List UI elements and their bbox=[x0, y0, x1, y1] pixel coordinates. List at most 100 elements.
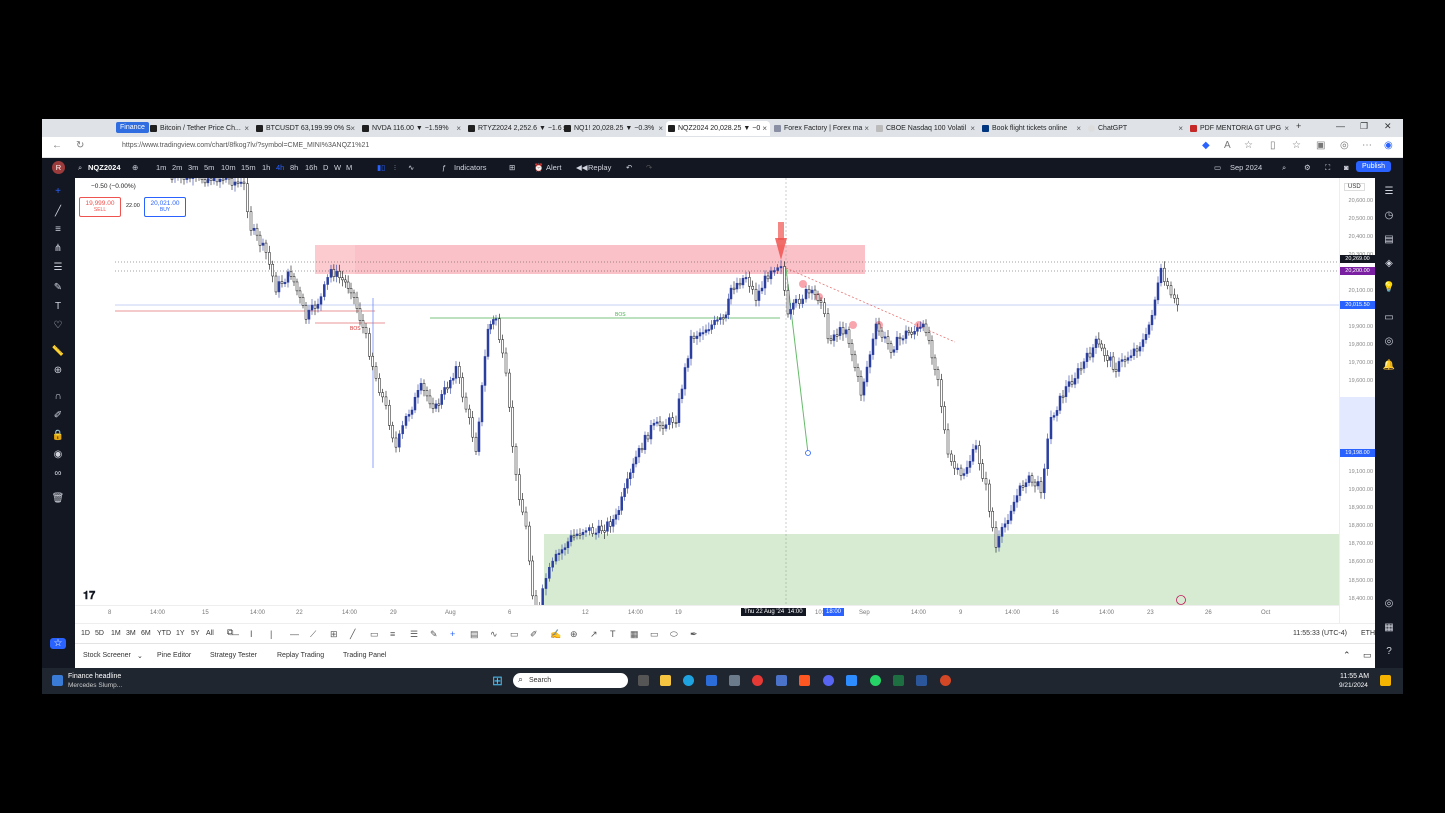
calendar-panel-icon[interactable]: ▦ bbox=[1382, 622, 1396, 633]
chrome-icon[interactable] bbox=[752, 675, 763, 686]
interval-d[interactable]: D bbox=[323, 163, 328, 172]
grid-tool-icon[interactable]: ⊞ bbox=[330, 629, 338, 640]
taskbar-search[interactable]: Search bbox=[513, 673, 628, 688]
buy-button[interactable]: 20,021.00 BUY bbox=[144, 197, 186, 217]
projection-line[interactable] bbox=[785, 267, 809, 454]
interval-15m[interactable]: 15m bbox=[241, 163, 256, 172]
tab-trading-panel[interactable]: Trading Panel bbox=[343, 652, 386, 659]
data-window-icon[interactable]: ▤ bbox=[1382, 234, 1396, 245]
sell-button[interactable]: 19,999.00 SELL bbox=[79, 197, 121, 217]
store-icon[interactable] bbox=[706, 675, 717, 686]
compare-icon[interactable]: ⊕ bbox=[132, 163, 138, 172]
indicators-button[interactable]: Indicators bbox=[454, 163, 487, 172]
zoom-app-icon[interactable] bbox=[846, 675, 857, 686]
touch-marker[interactable] bbox=[849, 321, 857, 329]
replay-icon[interactable]: ◀◀ bbox=[576, 163, 588, 172]
chart-canvas[interactable]: BOS BOS 𝟏𝟕 bbox=[75, 178, 1339, 623]
windows-start-icon[interactable]: ⊞ bbox=[492, 673, 503, 689]
collections-icon[interactable]: ▣ bbox=[1316, 140, 1325, 151]
redo-icon[interactable]: ↷ bbox=[646, 163, 652, 172]
maximize-panel-icon[interactable]: ▭ bbox=[1363, 650, 1372, 661]
tab-strategy-tester[interactable]: Strategy Tester bbox=[210, 652, 257, 659]
task-view-icon[interactable] bbox=[638, 675, 649, 686]
rectangle-tool-icon[interactable]: ▭ bbox=[370, 629, 379, 640]
vertical-line-icon[interactable]: | bbox=[270, 629, 272, 639]
range-1m[interactable]: 1M bbox=[111, 630, 121, 637]
range-ytd[interactable]: YTD bbox=[157, 630, 171, 637]
target-tool-icon[interactable]: ⊕ bbox=[570, 629, 578, 640]
range-5y[interactable]: 5Y bbox=[191, 630, 200, 637]
range-all[interactable]: All bbox=[206, 630, 214, 637]
heart-icon[interactable]: ♡ bbox=[51, 320, 65, 331]
browser-tab[interactable]: RTYZ2024 2,252.6 ▼ −1.6× bbox=[466, 121, 570, 136]
range-5d[interactable]: 5D bbox=[95, 630, 104, 637]
chevron-down-icon[interactable]: ⌄ bbox=[137, 652, 143, 660]
settings-icon[interactable]: ⚙ bbox=[1304, 163, 1311, 172]
watchlist-icon[interactable]: ☰ bbox=[1382, 186, 1396, 197]
pitchfork-icon[interactable]: ⋔ bbox=[51, 243, 65, 254]
price-chart[interactable]: BOS BOS 𝟏𝟕 −0.50 (−0.00%) 19,999.00 SELL… bbox=[75, 178, 1339, 623]
zoom-in-icon[interactable]: ⊕ bbox=[51, 365, 65, 376]
tab-replay-trading[interactable]: Replay Trading bbox=[277, 652, 324, 659]
whatsapp-icon[interactable] bbox=[870, 675, 881, 686]
text-tool-icon[interactable]: T bbox=[610, 629, 616, 639]
favorite-icon[interactable]: ☆ bbox=[1244, 140, 1253, 151]
close-window-button[interactable]: ✕ bbox=[1384, 121, 1392, 132]
period-select[interactable]: Sep 2024 bbox=[1230, 163, 1262, 172]
browser-tab-active[interactable]: NQZ2024 20,028.25 ▼ −0 × bbox=[666, 121, 770, 136]
text-icon[interactable]: T bbox=[51, 301, 65, 312]
streams-icon[interactable]: ◎ bbox=[1382, 336, 1396, 347]
copilot-icon[interactable]: ◉ bbox=[1384, 140, 1393, 151]
layouts-icon[interactable]: ⊞ bbox=[509, 163, 515, 172]
more-icon[interactable]: ⋯ bbox=[1362, 140, 1372, 151]
collapse-icon[interactable]: ⌃ bbox=[1343, 650, 1351, 661]
layers-icon[interactable]: ◈ bbox=[1382, 258, 1396, 269]
interval-8h[interactable]: 8h bbox=[290, 163, 298, 172]
session-label[interactable]: ETH bbox=[1361, 630, 1375, 637]
interval-3m[interactable]: 3m bbox=[188, 163, 198, 172]
close-icon[interactable]: × bbox=[244, 121, 249, 136]
line-style-icon[interactable]: ∿ bbox=[408, 163, 414, 172]
favorites-icon[interactable]: ☆ bbox=[1292, 140, 1301, 151]
excel-icon[interactable] bbox=[893, 675, 904, 686]
settings-icon[interactable] bbox=[729, 675, 740, 686]
line-tool-icon[interactable]: — bbox=[230, 629, 239, 639]
edge-icon[interactable] bbox=[683, 675, 694, 686]
close-icon[interactable]: × bbox=[350, 121, 355, 136]
interval-10m[interactable]: 10m bbox=[221, 163, 236, 172]
url-field[interactable]: https://www.tradingview.com/chart/8fkog7… bbox=[122, 142, 369, 149]
calculator-icon[interactable] bbox=[776, 675, 787, 686]
alerts-clock-icon[interactable]: ◷ bbox=[1382, 210, 1396, 221]
zoom-icon[interactable]: ⌕ bbox=[1282, 163, 1286, 173]
chat-icon[interactable]: ▭ bbox=[1382, 312, 1396, 323]
ideas-icon[interactable]: 💡 bbox=[1382, 282, 1396, 293]
trendline-icon[interactable]: ╱ bbox=[51, 206, 65, 217]
alert-button[interactable]: Alert bbox=[546, 163, 561, 172]
close-icon[interactable]: × bbox=[970, 121, 975, 136]
bar-style-icon[interactable]: ⫶ bbox=[394, 163, 396, 173]
close-icon[interactable]: × bbox=[762, 121, 767, 136]
browser-tab[interactable]: Bitcoin / Tether Price Ch... × bbox=[148, 121, 252, 136]
position-tool-icon[interactable]: ▤ bbox=[470, 629, 479, 640]
browser-tab[interactable]: BTCUSDT 63,199.99 0% S × bbox=[254, 121, 358, 136]
new-tab-button[interactable]: + bbox=[1296, 121, 1301, 131]
brush-icon[interactable]: ✎ bbox=[51, 282, 65, 293]
currency-select[interactable]: USD bbox=[1344, 183, 1365, 191]
file-explorer-icon[interactable] bbox=[660, 675, 671, 686]
close-icon[interactable]: × bbox=[1284, 121, 1289, 136]
close-icon[interactable]: × bbox=[456, 121, 461, 136]
interval-2m[interactable]: 2m bbox=[172, 163, 182, 172]
price-axis[interactable]: USD 20,600.0020,500.0020,400.0020,300.00… bbox=[1339, 178, 1376, 623]
close-icon[interactable]: × bbox=[658, 121, 663, 136]
trend-tool-icon[interactable]: ╱ bbox=[350, 629, 355, 640]
trash-icon[interactable]: 🗑 bbox=[51, 493, 65, 504]
interval-1h[interactable]: 1h bbox=[262, 163, 270, 172]
camera-icon[interactable]: ◙ bbox=[1344, 163, 1349, 172]
close-icon[interactable]: × bbox=[1076, 121, 1081, 136]
close-icon[interactable]: × bbox=[1178, 121, 1183, 136]
drawing-mode-icon[interactable]: ✐ bbox=[51, 410, 65, 421]
minimize-button[interactable]: — bbox=[1336, 121, 1345, 131]
fib-icon[interactable]: ☰ bbox=[51, 262, 65, 273]
browser-tab[interactable]: NVDA 116.00 ▼ −1.59% × bbox=[360, 121, 464, 136]
symbol-name[interactable]: NQZ2024 bbox=[88, 163, 121, 172]
